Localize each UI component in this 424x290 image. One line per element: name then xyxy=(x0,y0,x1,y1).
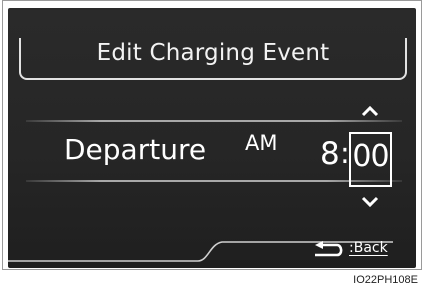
back-arrow-icon xyxy=(315,241,343,257)
display-screen: Edit Charging Event Departure AM 8 : 00 … xyxy=(8,8,416,268)
bottom-bar-divider xyxy=(8,241,393,262)
image-code: IO22PH108E xyxy=(353,274,418,286)
back-label: :Back xyxy=(349,240,388,256)
back-button[interactable]: :Back xyxy=(313,238,408,262)
